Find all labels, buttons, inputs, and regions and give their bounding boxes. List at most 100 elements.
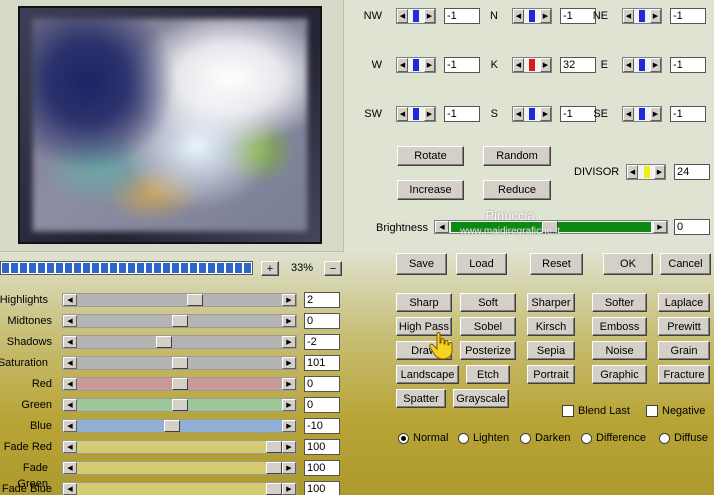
- blue-field[interactable]: -10: [304, 418, 340, 434]
- green-field[interactable]: 0: [304, 397, 340, 413]
- rotate-button[interactable]: Rotate: [397, 146, 464, 166]
- preset-softer-button[interactable]: Softer: [592, 293, 647, 312]
- left-arrow-icon[interactable]: ◀: [397, 107, 408, 121]
- matrix-ne-field[interactable]: -1: [670, 8, 706, 24]
- preset-emboss-button[interactable]: Emboss: [592, 317, 647, 336]
- blue-slider-thumb[interactable]: [164, 420, 180, 432]
- matrix-k-thumb[interactable]: [529, 59, 535, 71]
- radio-button[interactable]: [581, 432, 592, 444]
- green-slider[interactable]: ◀ ▶: [62, 398, 297, 412]
- right-arrow-icon[interactable]: ▶: [540, 58, 551, 72]
- negative-checkbox[interactable]: Negative: [646, 404, 705, 418]
- left-arrow-icon[interactable]: ◀: [63, 399, 77, 411]
- matrix-sw-thumb[interactable]: [413, 108, 419, 120]
- preset-noise-button[interactable]: Noise: [592, 341, 647, 360]
- matrix-nw-thumb[interactable]: [413, 10, 419, 22]
- matrix-se-slider[interactable]: ◀ ▶: [622, 106, 662, 122]
- preset-sharp-button[interactable]: Sharp: [396, 293, 452, 312]
- left-arrow-icon[interactable]: ◀: [63, 483, 77, 495]
- random-button[interactable]: Random: [483, 146, 551, 166]
- saturation-field[interactable]: 101: [304, 355, 340, 371]
- matrix-k-slider[interactable]: ◀ ▶: [512, 57, 552, 73]
- preset-sepia-button[interactable]: Sepia: [527, 341, 575, 360]
- fade-blue-slider[interactable]: ◀ ▶: [62, 482, 297, 495]
- blend-last-box[interactable]: [562, 405, 574, 417]
- blue-slider[interactable]: ◀ ▶: [62, 419, 297, 433]
- highlights-slider[interactable]: ◀ ▶: [62, 293, 297, 307]
- radio-button[interactable]: [659, 432, 670, 444]
- right-arrow-icon[interactable]: ▶: [650, 107, 661, 121]
- save-button[interactable]: Save: [396, 253, 447, 275]
- mode-normal-radio[interactable]: Normal: [398, 431, 448, 445]
- left-arrow-icon[interactable]: ◀: [623, 58, 634, 72]
- brightness-right-arrow-icon[interactable]: ▶: [653, 221, 667, 233]
- preset-graphic-button[interactable]: Graphic: [592, 365, 647, 384]
- zoom-out-button[interactable]: −: [324, 261, 342, 276]
- right-arrow-icon[interactable]: ▶: [282, 441, 296, 453]
- preset-sobel-button[interactable]: Sobel: [460, 317, 516, 336]
- reduce-button[interactable]: Reduce: [483, 180, 551, 200]
- red-slider-thumb[interactable]: [172, 378, 188, 390]
- preset-posterize-button[interactable]: Posterize: [460, 341, 516, 360]
- fade-red-field[interactable]: 100: [304, 439, 340, 455]
- right-arrow-icon[interactable]: ▶: [282, 357, 296, 369]
- right-arrow-icon[interactable]: ▶: [282, 399, 296, 411]
- matrix-ne-thumb[interactable]: [639, 10, 645, 22]
- matrix-sw-slider[interactable]: ◀ ▶: [396, 106, 436, 122]
- preset-laplace-button[interactable]: Laplace: [658, 293, 710, 312]
- preset-spatter-button[interactable]: Spatter: [396, 389, 446, 408]
- midtones-field[interactable]: 0: [304, 313, 340, 329]
- radio-button[interactable]: [520, 432, 531, 444]
- mode-diffuse-radio[interactable]: Diffuse: [659, 431, 708, 445]
- highlights-field[interactable]: 2: [304, 292, 340, 308]
- fade-green-field[interactable]: 100: [304, 460, 340, 476]
- left-arrow-icon[interactable]: ◀: [63, 315, 77, 327]
- preview-image[interactable]: [32, 18, 308, 232]
- right-arrow-icon[interactable]: ▶: [424, 9, 435, 23]
- right-arrow-icon[interactable]: ▶: [282, 462, 296, 474]
- fade-blue-field[interactable]: 100: [304, 481, 340, 495]
- preset-kirsch-button[interactable]: Kirsch: [527, 317, 575, 336]
- preset-grain-button[interactable]: Grain: [658, 341, 710, 360]
- matrix-nw-slider[interactable]: ◀ ▶: [396, 8, 436, 24]
- preset-portrait-button[interactable]: Portrait: [527, 365, 575, 384]
- right-arrow-icon[interactable]: ▶: [282, 420, 296, 432]
- fade-red-slider[interactable]: ◀ ▶: [62, 440, 297, 454]
- ok-button[interactable]: OK: [603, 253, 653, 275]
- matrix-n-slider[interactable]: ◀ ▶: [512, 8, 552, 24]
- mode-difference-radio[interactable]: Difference: [581, 431, 646, 445]
- matrix-se-thumb[interactable]: [639, 108, 645, 120]
- right-arrow-icon[interactable]: ▶: [282, 378, 296, 390]
- right-arrow-icon[interactable]: ▶: [424, 58, 435, 72]
- reset-button[interactable]: Reset: [530, 253, 583, 275]
- saturation-slider-thumb[interactable]: [172, 357, 188, 369]
- left-arrow-icon[interactable]: ◀: [63, 420, 77, 432]
- midtones-slider-thumb[interactable]: [172, 315, 188, 327]
- zoom-in-button[interactable]: +: [261, 261, 279, 276]
- cancel-button[interactable]: Cancel: [660, 253, 711, 275]
- shadows-field[interactable]: -2: [304, 334, 340, 350]
- radio-button[interactable]: [398, 432, 409, 444]
- preset-grayscale-button[interactable]: Grayscale: [453, 389, 509, 408]
- right-arrow-icon[interactable]: ▶: [650, 58, 661, 72]
- fade-red-slider-thumb[interactable]: [266, 441, 282, 453]
- left-arrow-icon[interactable]: ◀: [63, 336, 77, 348]
- matrix-w-thumb[interactable]: [413, 59, 419, 71]
- highlights-slider-thumb[interactable]: [187, 294, 203, 306]
- saturation-slider[interactable]: ◀ ▶: [62, 356, 297, 370]
- mode-darken-radio[interactable]: Darken: [520, 431, 570, 445]
- midtones-slider[interactable]: ◀ ▶: [62, 314, 297, 328]
- radio-button[interactable]: [458, 432, 469, 444]
- right-arrow-icon[interactable]: ▶: [540, 9, 551, 23]
- mode-lighten-radio[interactable]: Lighten: [458, 431, 509, 445]
- preset-fracture-button[interactable]: Fracture: [658, 365, 710, 384]
- shadows-slider-thumb[interactable]: [156, 336, 172, 348]
- fade-blue-slider-thumb[interactable]: [266, 483, 282, 495]
- left-arrow-icon[interactable]: ◀: [513, 58, 524, 72]
- red-field[interactable]: 0: [304, 376, 340, 392]
- green-slider-thumb[interactable]: [172, 399, 188, 411]
- left-arrow-icon[interactable]: ◀: [63, 378, 77, 390]
- divisor-slider-thumb[interactable]: [644, 166, 650, 178]
- left-arrow-icon[interactable]: ◀: [513, 9, 524, 23]
- left-arrow-icon[interactable]: ◀: [63, 462, 77, 474]
